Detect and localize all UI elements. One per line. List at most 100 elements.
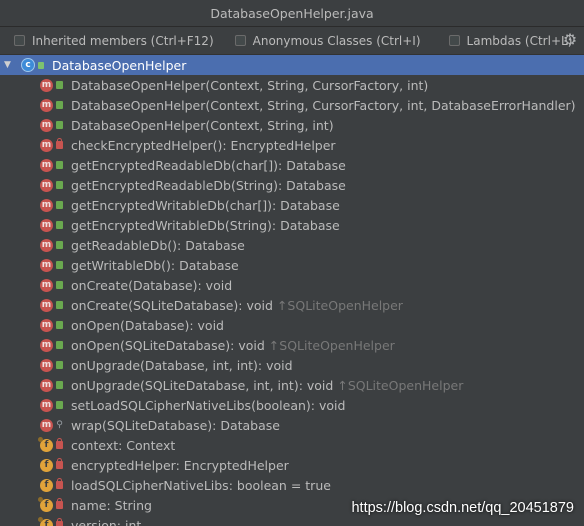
- checkbox-box[interactable]: [234, 35, 246, 46]
- member-signature: version: int: [71, 517, 142, 526]
- tree-member-row[interactable]: m onCreate(Database): void: [0, 275, 584, 295]
- method-icon: m: [40, 118, 53, 132]
- lambdas-checkbox[interactable]: Lambdas (Ctrl+L): [448, 33, 573, 48]
- private-access-icon: [56, 138, 63, 149]
- tree-member-row[interactable]: m onOpen(SQLiteDatabase): void ↑SQLiteOpen…: [0, 335, 584, 355]
- tree-member-row[interactable]: m getEncryptedReadableDb(String): Databas…: [0, 175, 584, 195]
- method-icon: m: [40, 198, 53, 212]
- field-icon: f: [40, 478, 53, 492]
- public-access-icon: [56, 121, 63, 129]
- public-access-icon: [56, 321, 63, 329]
- tree-root-class[interactable]: ▼ c DatabaseOpenHelper: [0, 55, 584, 75]
- member-signature: context: Context: [71, 437, 176, 453]
- public-access-icon: [56, 361, 63, 369]
- public-access-icon: [38, 61, 44, 69]
- member-signature: loadSQLCipherNativeLibs: boolean = true: [71, 477, 331, 493]
- tree-member-row[interactable]: m onOpen(Database): void: [0, 315, 584, 335]
- tree-member-row[interactable]: m onCreate(SQLiteDatabase): void ↑SQLiteOp…: [0, 295, 584, 315]
- public-access-icon: [56, 201, 63, 209]
- tree-member-row[interactable]: m getWritableDb(): Database: [0, 255, 584, 275]
- public-access-icon: [56, 341, 63, 349]
- tree-member-row[interactable]: f context: Context: [0, 435, 584, 455]
- package-access-icon: ⚲: [56, 420, 63, 430]
- options-bar: Inherited members (Ctrl+F12) Anonymous C…: [0, 27, 584, 55]
- tree-member-row[interactable]: m DatabaseOpenHelper(Context, String, Cur…: [0, 95, 584, 115]
- field-icon: f: [38, 436, 53, 452]
- tree-member-row[interactable]: m checkEncryptedHelper(): EncryptedHelper: [0, 135, 584, 155]
- structure-tree[interactable]: ▼ c DatabaseOpenHelper m DatabaseOpenHelp…: [0, 55, 584, 526]
- member-signature: DatabaseOpenHelper(Context, String, Curs…: [71, 77, 429, 93]
- field-icon: f: [40, 458, 53, 472]
- private-access-icon: [56, 458, 63, 469]
- tree-member-row[interactable]: m ⚲ wrap(SQLiteDatabase): Database: [0, 415, 584, 435]
- method-icon: m: [40, 138, 53, 152]
- public-access-icon: [56, 161, 63, 169]
- tree-member-row[interactable]: m getEncryptedReadableDb(char[]): Databas…: [0, 155, 584, 175]
- method-icon: m: [40, 358, 53, 372]
- tree-member-row[interactable]: m DatabaseOpenHelper(Context, String, Cur…: [0, 75, 584, 95]
- checkbox-box[interactable]: [14, 35, 25, 46]
- public-access-icon: [56, 301, 63, 309]
- member-signature: onOpen(Database): void: [71, 317, 224, 333]
- tree-member-row[interactable]: m onUpgrade(Database, int, int): void: [0, 355, 584, 375]
- public-access-icon: [56, 401, 63, 409]
- public-access-icon: [56, 101, 63, 109]
- member-signature: getEncryptedWritableDb(String): Database: [71, 217, 340, 233]
- expand-arrow-icon[interactable]: ▼: [4, 60, 14, 70]
- method-icon: m: [40, 298, 53, 312]
- tree-member-row[interactable]: f encryptedHelper: EncryptedHelper: [0, 455, 584, 475]
- member-signature: name: String: [71, 497, 152, 513]
- public-access-icon: [56, 261, 63, 269]
- inherited-members-checkbox[interactable]: Inherited members (Ctrl+F12): [14, 34, 214, 48]
- window-titlebar: DatabaseOpenHelper.java: [0, 0, 584, 27]
- tree-member-row[interactable]: f loadSQLCipherNativeLibs: boolean = true: [0, 475, 584, 495]
- inherited-members-label: Inherited members (Ctrl+F12): [32, 33, 214, 48]
- member-signature: getEncryptedWritableDb(char[]): Database: [71, 197, 340, 213]
- inherited-from-label: ↑SQLiteOpenHelper: [337, 377, 464, 393]
- private-access-icon: [56, 478, 63, 489]
- lambdas-label: Lambdas (Ctrl+L): [466, 33, 573, 48]
- method-icon: m: [40, 398, 53, 412]
- member-signature: DatabaseOpenHelper(Context, String, int): [71, 117, 334, 133]
- method-icon: m: [40, 178, 53, 192]
- member-signature: onUpgrade(SQLiteDatabase, int, int): voi…: [71, 377, 334, 393]
- field-icon: f: [38, 496, 53, 512]
- method-icon: m: [40, 378, 53, 392]
- member-signature: onUpgrade(Database, int, int): void: [71, 357, 293, 373]
- method-icon: m: [40, 98, 53, 112]
- method-icon: m: [40, 418, 53, 432]
- inherited-from-label: ↑SQLiteOpenHelper: [268, 337, 395, 353]
- public-access-icon: [56, 81, 63, 89]
- member-signature: DatabaseOpenHelper(Context, String, Curs…: [71, 97, 576, 113]
- private-access-icon: [56, 438, 63, 449]
- anonymous-classes-checkbox[interactable]: Anonymous Classes (Ctrl+I): [234, 34, 421, 48]
- member-signature: onCreate(Database): void: [71, 277, 233, 293]
- tree-member-row[interactable]: m setLoadSQLCipherNativeLibs(boolean): vo…: [0, 395, 584, 415]
- tree-member-row[interactable]: m getEncryptedWritableDb(String): Databas…: [0, 215, 584, 235]
- method-icon: m: [40, 338, 53, 352]
- member-signature: setLoadSQLCipherNativeLibs(boolean): voi…: [71, 397, 346, 413]
- window-title: DatabaseOpenHelper.java: [210, 5, 374, 21]
- public-access-icon: [56, 221, 63, 229]
- tree-member-row[interactable]: f version: int: [0, 515, 584, 526]
- method-icon: m: [40, 158, 53, 172]
- member-signature: onCreate(SQLiteDatabase): void: [71, 297, 273, 313]
- watermark: https://blog.csdn.net/qq_20451879: [351, 500, 574, 516]
- tree-member-row[interactable]: m onUpgrade(SQLiteDatabase, int, int): vo…: [0, 375, 584, 395]
- method-icon: m: [40, 258, 53, 272]
- tree-member-row[interactable]: m getReadableDb(): Database: [0, 235, 584, 255]
- tree-member-row[interactable]: m getEncryptedWritableDb(char[]): Databas…: [0, 195, 584, 215]
- member-signature: onOpen(SQLiteDatabase): void: [71, 337, 265, 353]
- root-class-label: DatabaseOpenHelper: [52, 57, 187, 73]
- public-access-icon: [56, 281, 63, 289]
- tree-member-row[interactable]: m DatabaseOpenHelper(Context, String, int…: [0, 115, 584, 135]
- member-signature: getWritableDb(): Database: [71, 257, 239, 273]
- method-icon: m: [40, 278, 53, 292]
- member-signature: getEncryptedReadableDb(char[]): Database: [71, 157, 346, 173]
- checkbox-box[interactable]: [448, 35, 460, 46]
- method-icon: m: [40, 318, 53, 332]
- member-signature: checkEncryptedHelper(): EncryptedHelper: [71, 137, 336, 153]
- gear-icon[interactable]: ⚙: [562, 32, 578, 48]
- public-access-icon: [56, 181, 63, 189]
- member-signature: wrap(SQLiteDatabase): Database: [71, 417, 280, 433]
